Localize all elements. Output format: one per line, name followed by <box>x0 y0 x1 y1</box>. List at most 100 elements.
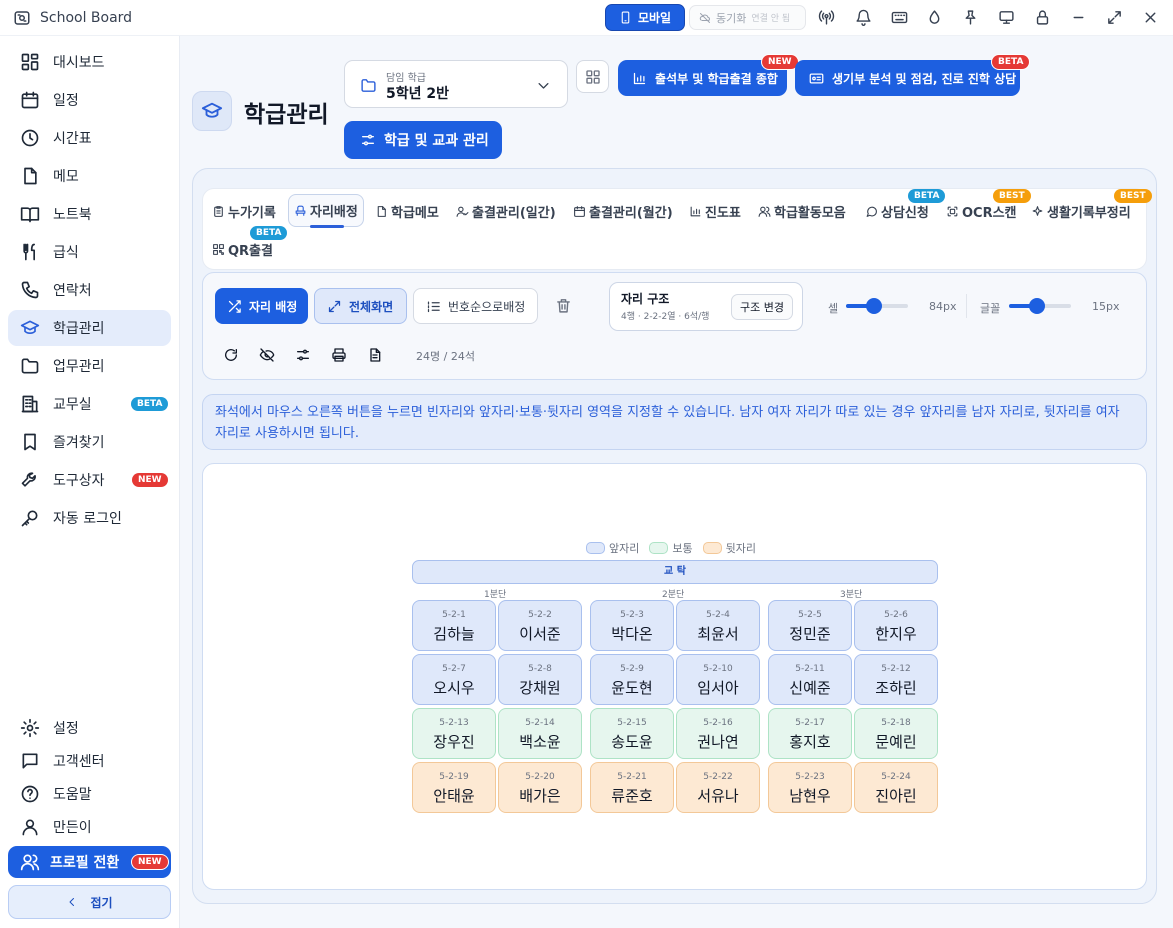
dashboard-icon <box>20 52 40 72</box>
seat-front[interactable]: 5-2-5 정민준 <box>768 600 852 651</box>
tab-cumulative-record[interactable]: 누가기록 <box>212 197 276 225</box>
sidebar-item-dashboard[interactable]: 대시보드 <box>8 44 171 80</box>
assign-by-number-button[interactable]: 번호순으로배정 <box>413 288 538 324</box>
broadcast-icon[interactable] <box>818 9 835 26</box>
seating-chart <box>202 463 1147 890</box>
refresh-icon[interactable] <box>223 347 239 363</box>
sidebar-item-label: 자동 로그인 <box>53 511 122 527</box>
users-icon <box>758 205 771 218</box>
printer-icon[interactable] <box>331 347 347 363</box>
structure-change-button[interactable]: 구조 변경 <box>731 294 793 320</box>
monitor-icon[interactable] <box>998 9 1015 26</box>
sidebar-item-memo[interactable]: 메모 <box>8 158 171 194</box>
tab-attendance-monthly[interactable]: 출결관리(월간) <box>573 197 673 225</box>
tab-label: 상담신청 <box>881 205 929 221</box>
font-size-handle[interactable] <box>1028 298 1045 314</box>
sidebar-item-toolbox[interactable]: 도구상자 NEW <box>8 462 171 498</box>
sync-button[interactable]: 동기화 연결 안 됨 <box>689 5 806 30</box>
mobile-button[interactable]: 모바일 <box>605 4 685 31</box>
font-size-slider[interactable] <box>1009 298 1071 314</box>
cell-size-slider[interactable] <box>846 298 908 314</box>
sidebar-item-settings[interactable]: 설정 <box>8 712 171 744</box>
graduation-cap-icon <box>201 100 223 122</box>
seat-front[interactable]: 5-2-10 임서아 <box>676 654 760 705</box>
profile-switch-button[interactable]: 프로필 전환 NEW <box>8 846 171 878</box>
sidebar-item-contacts[interactable]: 연락처 <box>8 272 171 308</box>
class-subject-manage-button[interactable]: 학급 및 교과 관리 <box>344 121 502 159</box>
fold-button[interactable]: 접기 <box>8 885 171 919</box>
seat-front[interactable]: 5-2-4 최윤서 <box>676 600 760 651</box>
grid-view-button[interactable] <box>576 60 609 93</box>
pin-icon[interactable] <box>962 9 979 26</box>
maximize-icon[interactable] <box>1106 9 1123 26</box>
trash-icon[interactable] <box>555 297 572 314</box>
seat-mid[interactable]: 5-2-14 백소윤 <box>498 708 582 759</box>
seat-mid[interactable]: 5-2-13 장우진 <box>412 708 496 759</box>
sidebar-item-credits[interactable]: 만든이 <box>8 811 171 843</box>
tab-label: 출결관리(월간) <box>589 205 673 221</box>
seat-number: 5-2-19 <box>439 772 469 782</box>
scan-icon <box>946 205 959 218</box>
building-icon <box>20 394 40 414</box>
sidebar-item-class-management[interactable]: 학급관리 <box>8 310 171 346</box>
bell-icon[interactable] <box>855 9 872 26</box>
seat-front[interactable]: 5-2-7 오시우 <box>412 654 496 705</box>
close-icon[interactable] <box>1142 9 1159 26</box>
phone-icon <box>20 280 40 300</box>
tab-class-activities[interactable]: 학급활동모음 <box>758 197 846 225</box>
tab-progress[interactable]: 진도표 <box>689 197 741 225</box>
class-select[interactable]: 담임 학급 5학년 2반 <box>344 60 568 108</box>
cell-size-handle[interactable] <box>865 298 882 314</box>
seat-front[interactable]: 5-2-2 이서준 <box>498 600 582 651</box>
sidebar-item-help[interactable]: 도움말 <box>8 778 171 810</box>
fullscreen-button[interactable]: 전체화면 <box>314 288 407 324</box>
seat-front[interactable]: 5-2-1 김하늘 <box>412 600 496 651</box>
seat-back[interactable]: 5-2-21 류준호 <box>590 762 674 813</box>
seat-number: 5-2-18 <box>881 718 911 728</box>
seat-mid[interactable]: 5-2-18 문예린 <box>854 708 938 759</box>
tab-attendance-daily[interactable]: 출결관리(일간) <box>456 197 556 225</box>
seat-mid[interactable]: 5-2-15 송도윤 <box>590 708 674 759</box>
seat-front[interactable]: 5-2-11 신예준 <box>768 654 852 705</box>
seat-back[interactable]: 5-2-23 남현우 <box>768 762 852 813</box>
seat-mid[interactable]: 5-2-16 권나연 <box>676 708 760 759</box>
tab-seat-assignment[interactable]: 자리배정 <box>288 194 364 227</box>
seat-front[interactable]: 5-2-12 조하린 <box>854 654 938 705</box>
seat-back[interactable]: 5-2-19 안태윤 <box>412 762 496 813</box>
seat-number: 5-2-12 <box>881 664 911 674</box>
sidebar-item-staff-room[interactable]: 교무실 BETA <box>8 386 171 422</box>
seat-mid[interactable]: 5-2-17 홍지호 <box>768 708 852 759</box>
legend-front: 앞자리 <box>586 540 639 556</box>
minimize-icon[interactable] <box>1070 9 1087 26</box>
droplet-icon[interactable] <box>926 9 943 26</box>
seat-back[interactable]: 5-2-24 진아린 <box>854 762 938 813</box>
eye-off-icon[interactable] <box>259 347 275 363</box>
seat-front[interactable]: 5-2-8 강채원 <box>498 654 582 705</box>
sidebar-item-meal[interactable]: 급식 <box>8 234 171 270</box>
message-icon <box>865 205 878 218</box>
sidebar-item-label: 도움말 <box>53 787 92 803</box>
sidebar-item-support[interactable]: 고객센터 <box>8 745 171 777</box>
graduation-cap-icon <box>20 318 40 338</box>
sidebar-item-bookmarks[interactable]: 즐겨찾기 <box>8 424 171 460</box>
seat-number: 5-2-6 <box>884 610 908 620</box>
seat-front[interactable]: 5-2-3 박다온 <box>590 600 674 651</box>
keyboard-icon[interactable] <box>891 9 908 26</box>
lock-icon[interactable] <box>1034 9 1051 26</box>
record-analysis-button[interactable]: 생기부 분석 및 점검, 진로 진학 상담 <box>795 60 1020 96</box>
sidebar-item-auto-login[interactable]: 자동 로그인 <box>8 500 171 536</box>
sidebar-item-notebook[interactable]: 노트북 <box>8 196 171 232</box>
seat-front[interactable]: 5-2-6 한지우 <box>854 600 938 651</box>
users-icon <box>20 852 40 872</box>
seat-number: 5-2-3 <box>620 610 644 620</box>
seat-assign-button[interactable]: 자리 배정 <box>215 288 308 324</box>
sidebar-item-work-management[interactable]: 업무관리 <box>8 348 171 384</box>
sidebar-item-schedule[interactable]: 일정 <box>8 82 171 118</box>
seat-back[interactable]: 5-2-20 배가은 <box>498 762 582 813</box>
sliders-icon[interactable] <box>295 347 311 363</box>
sidebar-item-timetable[interactable]: 시간표 <box>8 120 171 156</box>
tab-class-memo[interactable]: 학급메모 <box>375 197 439 225</box>
seat-back[interactable]: 5-2-22 서유나 <box>676 762 760 813</box>
seat-front[interactable]: 5-2-9 윤도현 <box>590 654 674 705</box>
spreadsheet-icon[interactable] <box>367 347 383 363</box>
